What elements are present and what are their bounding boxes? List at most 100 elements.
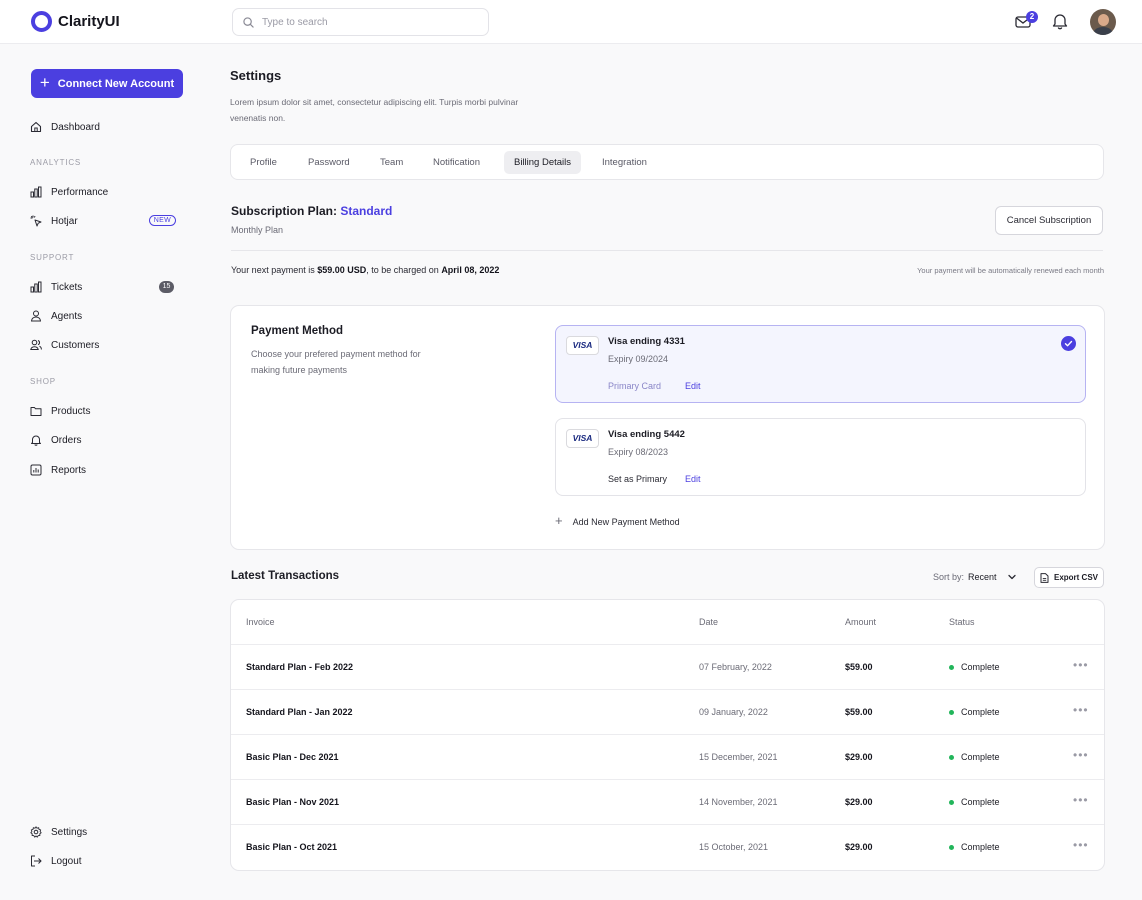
document-icon (1040, 572, 1049, 583)
search-input[interactable] (262, 16, 462, 28)
add-payment-method-button[interactable]: + Add New Payment Method (555, 513, 680, 528)
table-row[interactable]: Basic Plan - Dec 2021 15 December, 2021 … (231, 735, 1104, 780)
bar-chart-icon (30, 281, 42, 293)
app-name: ClarityUI (58, 13, 120, 30)
sidebar-section-analytics: ANALYTICS (30, 158, 82, 167)
top-bar: ClarityUI 2 (0, 0, 1142, 44)
more-options-icon[interactable]: ••• (1073, 658, 1089, 672)
sidebar-item-products[interactable]: Products (30, 402, 176, 420)
cancel-subscription-button[interactable]: Cancel Subscription (995, 206, 1103, 235)
home-icon (30, 121, 42, 133)
bar-chart-icon (30, 186, 42, 198)
sidebar-item-label: Performance (51, 186, 109, 198)
payment-method-title: Payment Method (251, 325, 344, 337)
plus-icon: + (39, 73, 50, 92)
column-amount[interactable]: Amount (845, 617, 876, 627)
tab-profile[interactable]: Profile (240, 151, 287, 174)
gear-icon (30, 826, 42, 838)
status-badge: Complete (949, 842, 1000, 852)
payment-card-visa-5442[interactable]: VISA Visa ending 5442 Expiry 08/2023 Set… (555, 418, 1086, 496)
tickets-count-badge: 15 (159, 281, 174, 293)
table-row[interactable]: Standard Plan - Jan 2022 09 January, 202… (231, 690, 1104, 735)
table-row[interactable]: Basic Plan - Oct 2021 15 October, 2021 $… (231, 825, 1104, 870)
sidebar-item-performance[interactable]: Performance (30, 183, 176, 201)
column-status[interactable]: Status (949, 617, 975, 627)
set-as-primary-link[interactable]: Set as Primary (608, 474, 667, 484)
more-options-icon[interactable]: ••• (1073, 838, 1089, 852)
edit-card-link[interactable]: Edit (685, 381, 701, 391)
status-badge: Complete (949, 752, 1000, 762)
settings-tabs: Profile Password Team Notification Billi… (230, 144, 1104, 180)
sidebar-item-label: Products (51, 405, 91, 417)
folder-icon (30, 405, 42, 417)
card-name: Visa ending 4331 (608, 336, 685, 347)
notifications-button[interactable] (1052, 12, 1068, 33)
logo-icon (31, 11, 52, 32)
tab-billing-details[interactable]: Billing Details (504, 151, 582, 174)
tab-password[interactable]: Password (298, 151, 360, 174)
table-row[interactable]: Basic Plan - Nov 2021 14 November, 2021 … (231, 780, 1104, 825)
invoice-amount: $59.00 (845, 707, 873, 717)
app-logo[interactable]: ClarityUI (31, 11, 120, 32)
search-box[interactable] (232, 8, 489, 36)
sidebar-item-logout[interactable]: Logout (30, 852, 176, 870)
tab-team[interactable]: Team (370, 151, 413, 174)
column-invoice[interactable]: Invoice (246, 617, 275, 627)
payment-card-visa-4331[interactable]: VISA Visa ending 4331 Expiry 09/2024 Pri… (555, 325, 1086, 403)
payment-method-description: Choose your prefered payment method for … (251, 349, 421, 375)
sidebar-item-tickets[interactable]: Tickets 15 (30, 278, 176, 296)
status-dot-icon (949, 799, 954, 805)
sidebar-item-hotjar[interactable]: Hotjar NEW (30, 212, 176, 230)
invoice-name: Basic Plan - Dec 2021 (246, 752, 339, 762)
sort-by-dropdown[interactable]: Sort by: Recent (933, 572, 1018, 582)
sidebar-item-label: Hotjar (51, 215, 78, 227)
plus-icon: + (555, 513, 563, 528)
status-dot-icon (949, 664, 954, 670)
connect-label: Connect New Account (57, 77, 175, 90)
status-badge: Complete (949, 707, 1000, 717)
sidebar-section-shop: SHOP (30, 377, 56, 386)
user-icon (30, 310, 42, 322)
export-csv-button[interactable]: Export CSV (1034, 567, 1104, 588)
invoice-amount: $29.00 (845, 842, 873, 852)
sidebar-item-customers[interactable]: Customers (30, 336, 176, 354)
search-icon (243, 16, 254, 28)
tab-integration[interactable]: Integration (592, 151, 657, 174)
invoice-name: Standard Plan - Feb 2022 (246, 662, 354, 672)
cursor-click-icon (30, 215, 42, 227)
more-options-icon[interactable]: ••• (1073, 793, 1089, 807)
add-payment-method-label: Add New Payment Method (572, 516, 680, 527)
payment-method-card: Payment Method Choose your prefered paym… (230, 305, 1105, 550)
status-dot-icon (949, 709, 954, 715)
table-row[interactable]: Standard Plan - Feb 2022 07 February, 20… (231, 645, 1104, 690)
check-icon (1061, 336, 1076, 351)
user-avatar[interactable] (1090, 9, 1116, 35)
sidebar-item-label: Settings (51, 826, 88, 838)
invoice-amount: $59.00 (845, 662, 873, 672)
more-options-icon[interactable]: ••• (1073, 748, 1089, 762)
card-expiry: Expiry 09/2024 (608, 354, 669, 364)
sort-by-value: Recent (968, 572, 997, 582)
edit-card-link[interactable]: Edit (685, 474, 701, 484)
page-description: Lorem ipsum dolor sit amet, consectetur … (230, 97, 519, 123)
inbox-button[interactable]: 2 (1015, 11, 1038, 31)
sidebar-item-agents[interactable]: Agents (30, 307, 176, 325)
tab-notification[interactable]: Notification (423, 151, 490, 174)
sidebar-item-orders[interactable]: Orders (30, 431, 176, 449)
sidebar-item-settings[interactable]: Settings (30, 823, 176, 841)
status-dot-icon (949, 754, 954, 760)
sidebar-item-reports[interactable]: Reports (30, 461, 176, 479)
connect-new-account-button[interactable]: + Connect New Account (31, 69, 183, 98)
page-title: Settings (230, 68, 282, 83)
visa-logo-icon: VISA (566, 336, 599, 355)
sidebar-item-dashboard[interactable]: Dashboard (30, 118, 176, 136)
invoice-date: 15 December, 2021 (699, 752, 778, 762)
transactions-table: Invoice Date Amount Status Standard Plan… (230, 599, 1105, 871)
invoice-name: Basic Plan - Oct 2021 (246, 842, 338, 852)
next-payment-text: Your next payment is $59.00 USD, to be c… (231, 265, 500, 275)
more-options-icon[interactable]: ••• (1073, 703, 1089, 717)
divider (231, 250, 1103, 251)
column-date[interactable]: Date (699, 617, 718, 627)
status-badge: Complete (949, 662, 1000, 672)
status-dot-icon (949, 844, 954, 850)
